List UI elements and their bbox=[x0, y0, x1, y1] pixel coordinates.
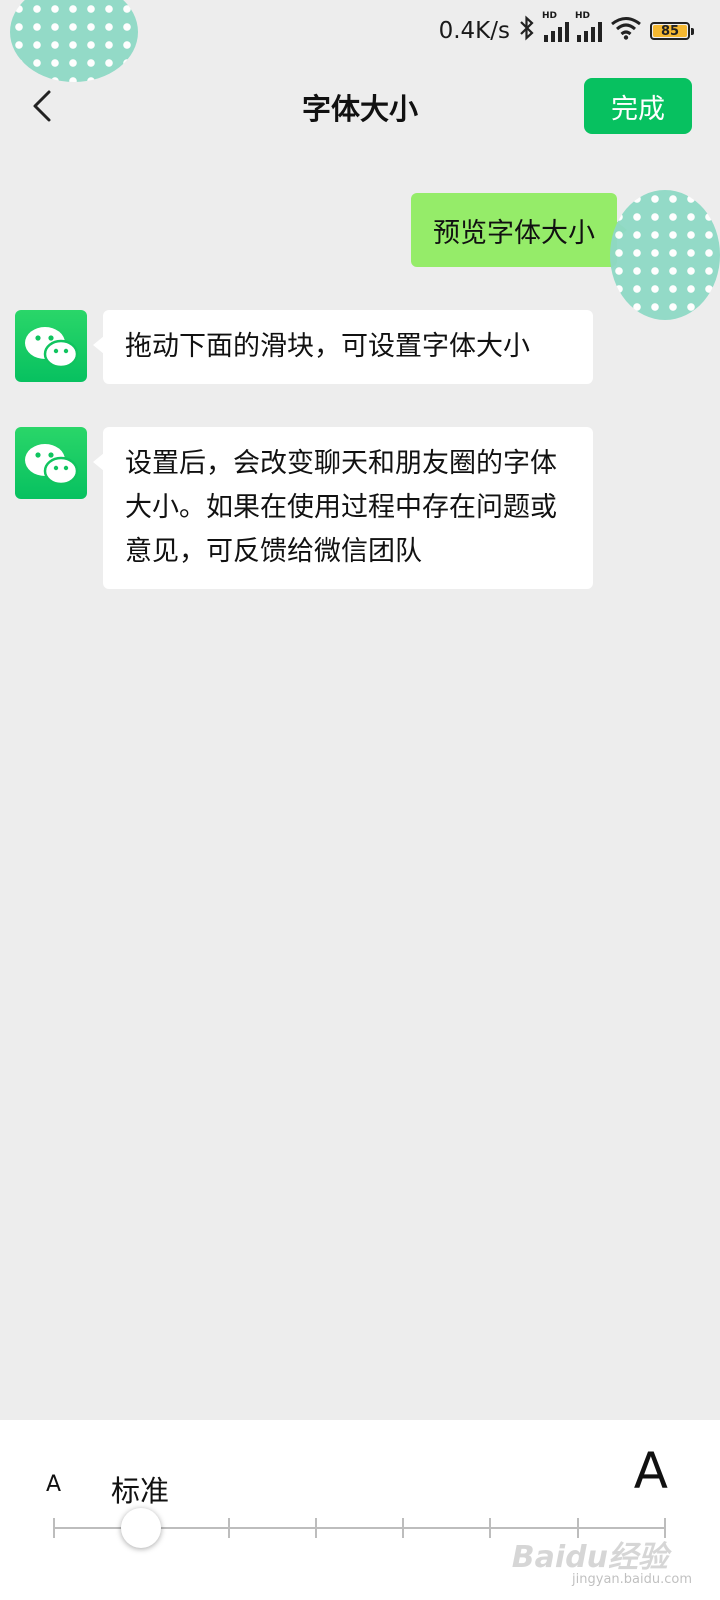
wechat-logo-icon bbox=[25, 444, 79, 486]
wechat-logo-icon bbox=[25, 327, 79, 369]
wifi-icon bbox=[610, 16, 642, 46]
navigation-bar: 字体大小 完成 bbox=[0, 62, 720, 150]
slider-tick[interactable] bbox=[315, 1518, 317, 1538]
done-button[interactable]: 完成 bbox=[584, 78, 692, 134]
slider-tick[interactable] bbox=[489, 1518, 491, 1538]
chat-message: 设置后，会改变聊天和朋友圈的字体大小。如果在使用过程中存在问题或意见，可反馈给微… bbox=[93, 427, 593, 589]
status-icons: 0.4K/s HD HD 85 bbox=[438, 11, 694, 48]
network-speed: 0.4K/s bbox=[438, 18, 510, 44]
signal-icon: HD bbox=[575, 11, 602, 42]
slider-tick[interactable] bbox=[402, 1518, 404, 1538]
wechat-avatar bbox=[15, 427, 87, 499]
signal-icon: HD bbox=[542, 11, 569, 42]
watermark-logo: Baidu经验 bbox=[511, 1540, 668, 1575]
preview-message-bubble: 预览字体大小 bbox=[411, 193, 627, 267]
small-font-label: A bbox=[46, 1472, 62, 1497]
wechat-avatar bbox=[15, 310, 87, 382]
battery-icon: 85 bbox=[650, 22, 694, 40]
current-size-label: 标准 bbox=[111, 1474, 170, 1508]
large-font-label: A bbox=[633, 1442, 668, 1500]
decorative-dots bbox=[610, 190, 720, 320]
battery-level: 85 bbox=[660, 23, 680, 39]
slider-tick[interactable] bbox=[53, 1518, 55, 1538]
bluetooth-icon bbox=[518, 15, 536, 47]
slider-tick[interactable] bbox=[228, 1518, 230, 1538]
chat-message: 拖动下面的滑块，可设置字体大小 bbox=[93, 310, 593, 384]
slider-knob[interactable] bbox=[121, 1508, 161, 1548]
font-size-panel: A 标准 A Baidu经验 jingyan.baidu.com bbox=[0, 1420, 720, 1600]
status-bar: 0.4K/s HD HD 85 bbox=[0, 0, 720, 82]
watermark-url: jingyan.baidu.com bbox=[572, 1572, 692, 1587]
